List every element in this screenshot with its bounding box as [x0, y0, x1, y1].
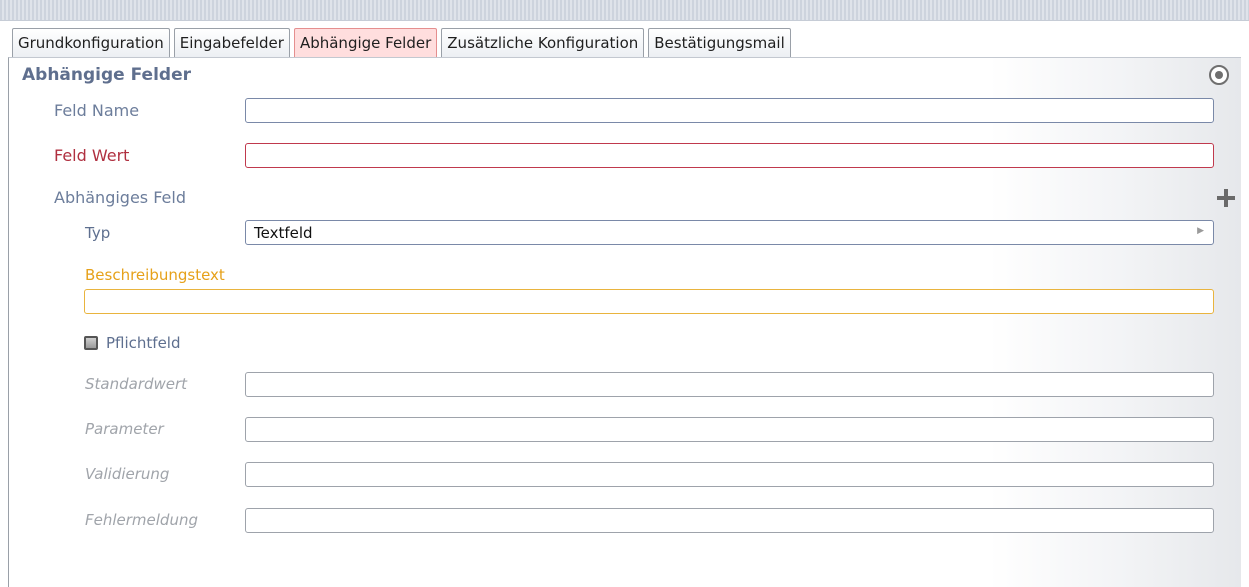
tab-abhaengige-felder[interactable]: Abhängige Felder	[293, 28, 438, 57]
typ-label: Typ	[85, 224, 111, 242]
feld-name-label: Feld Name	[54, 101, 140, 120]
parameter-label: Parameter	[85, 420, 164, 438]
validierung-label: Validierung	[85, 465, 170, 483]
plus-icon[interactable]	[1216, 188, 1236, 208]
feld-name-input[interactable]	[245, 98, 1214, 123]
pflichtfeld-checkbox[interactable]	[84, 336, 98, 350]
section-title: Abhängige Felder	[22, 65, 191, 85]
fehlermeldung-label: Fehlermeldung	[85, 511, 198, 529]
form-panel: Abhängige Felder Feld Name Feld Wert Abh…	[8, 57, 1241, 587]
tab-zusaetzliche-konfiguration[interactable]: Zusätzliche Konfiguration	[441, 28, 645, 57]
radio-circle-icon[interactable]	[1209, 65, 1229, 85]
validierung-input[interactable]	[245, 462, 1214, 487]
radio-dot	[1215, 71, 1223, 79]
parameter-input[interactable]	[245, 417, 1214, 442]
typ-select-value: Textfeld	[254, 224, 313, 242]
tab-bestaetigungsmail[interactable]: Bestätigungsmail	[648, 28, 791, 57]
chevron-right-icon: ▶	[1197, 226, 1204, 236]
beschreibungstext-label: Beschreibungstext	[85, 266, 225, 284]
feld-wert-label: Feld Wert	[54, 146, 130, 165]
tab-grundkonfiguration[interactable]: Grundkonfiguration	[12, 28, 170, 57]
abhaengiges-feld-label: Abhängiges Feld	[54, 188, 186, 207]
typ-select[interactable]: Textfeld ▶	[245, 220, 1214, 245]
tab-eingabefelder[interactable]: Eingabefelder	[173, 28, 290, 57]
beschreibungstext-input[interactable]	[84, 289, 1214, 314]
feld-wert-input[interactable]	[245, 143, 1214, 168]
tab-bar: Grundkonfiguration Eingabefelder Abhängi…	[12, 28, 795, 57]
window-top-strip	[0, 0, 1249, 21]
standardwert-label: Standardwert	[85, 375, 188, 393]
pflichtfeld-label: Pflichtfeld	[106, 334, 181, 352]
standardwert-input[interactable]	[245, 372, 1214, 397]
fehlermeldung-input[interactable]	[245, 508, 1214, 533]
